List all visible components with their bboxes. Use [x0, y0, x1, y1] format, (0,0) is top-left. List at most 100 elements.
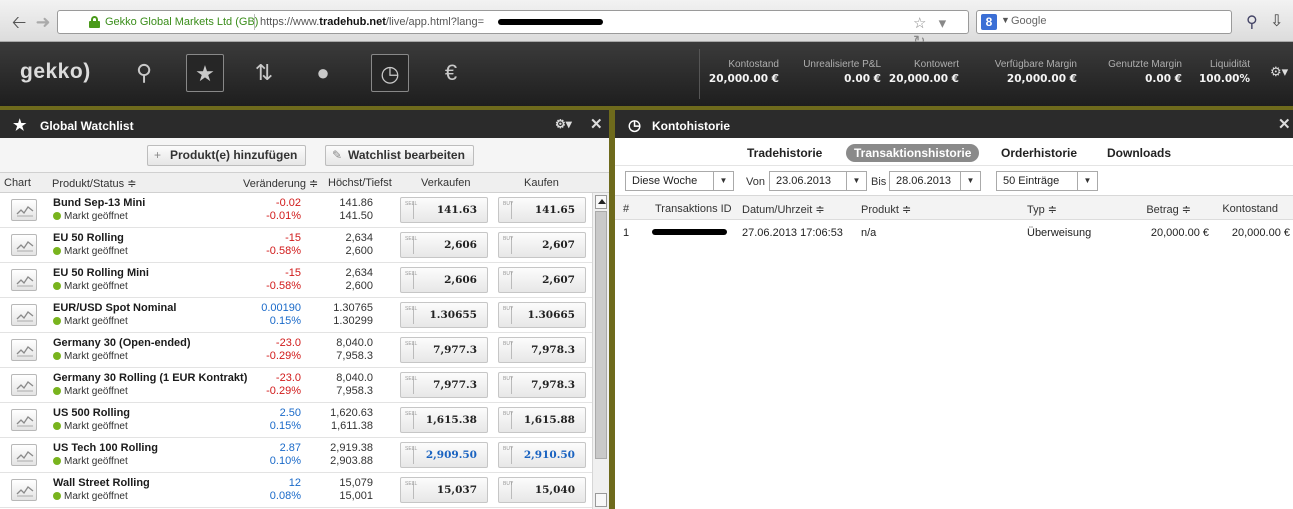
column-product[interactable]: Produkt ≑	[861, 203, 911, 216]
gear-icon[interactable]: ⚙▾	[1270, 64, 1288, 80]
sell-button[interactable]: SELL 2,606	[400, 267, 488, 293]
close-icon[interactable]: ✕	[1278, 115, 1291, 133]
scroll-up-arrow-icon[interactable]	[595, 195, 607, 209]
table-row[interactable]: Bund Sep-13 Mini Markt geöffnet -0.02 -0.01…	[0, 193, 592, 228]
chart-icon[interactable]	[11, 234, 37, 256]
buy-button[interactable]: BUY 7,978.3	[498, 337, 586, 363]
buy-button[interactable]: BUY 1,615.88	[498, 407, 586, 433]
product-name[interactable]: Germany 30 Rolling (1 EUR Kontrakt)	[53, 372, 247, 384]
to-label: Bis	[871, 176, 887, 188]
gear-icon[interactable]: ⚙▾	[555, 117, 572, 131]
url-text[interactable]: https://www.tradehub.net/live/app.html?l…	[260, 16, 484, 28]
buy-button[interactable]: BUY 2,607	[498, 267, 586, 293]
back-arrow-icon[interactable]: 🡠	[8, 12, 30, 32]
column-product[interactable]: Produkt/Status ≑	[52, 177, 136, 190]
sell-button[interactable]: SELL 1.30655	[400, 302, 488, 328]
to-date-select[interactable]: 28.06.2013 ▼	[889, 171, 981, 191]
scroll-down-arrow-icon[interactable]	[595, 493, 607, 507]
sell-button[interactable]: SELL 2,909.50	[400, 442, 488, 468]
search-box[interactable]: 8 ▼ Google	[976, 10, 1232, 34]
table-row[interactable]: US 500 Rolling Markt geöffnet 2.50 0.15% 1,6…	[0, 403, 592, 438]
product-name[interactable]: Wall Street Rolling	[53, 477, 150, 489]
lightbulb-icon[interactable]: ●	[304, 54, 342, 92]
chart-icon[interactable]	[11, 409, 37, 431]
add-product-button[interactable]: + Produkt(e) hinzufügen	[147, 145, 307, 166]
market-status-label: Markt geöffnet	[64, 281, 128, 292]
column-type[interactable]: Typ ≑	[1027, 203, 1057, 216]
buy-tag: BUY	[503, 481, 513, 499]
buy-button[interactable]: BUY 7,978.3	[498, 372, 586, 398]
tab-orderhistorie[interactable]: Orderhistorie	[995, 144, 1083, 162]
product-name[interactable]: EU 50 Rolling Mini	[53, 267, 149, 279]
product-name[interactable]: Bund Sep-13 Mini	[53, 197, 145, 209]
low-value: 7,958.3	[336, 350, 373, 362]
clock-icon[interactable]: ◷	[371, 54, 409, 92]
buy-button[interactable]: BUY 15,040	[498, 477, 586, 503]
download-icon[interactable]: ⇩	[1270, 11, 1283, 31]
from-date-select[interactable]: 23.06.2013 ▼	[769, 171, 867, 191]
buy-tag: BUY	[503, 376, 513, 394]
tab-tradehistorie[interactable]: Tradehistorie	[741, 144, 828, 162]
chart-icon[interactable]	[11, 269, 37, 291]
buy-price: 2,607	[542, 274, 575, 286]
sell-tag: SELL	[405, 411, 417, 429]
table-row[interactable]: Wall Street Rolling Markt geöffnet 12 0.08%…	[0, 473, 592, 508]
market-status-label: Markt geöffnet	[64, 246, 128, 257]
table-row[interactable]: EUR/USD Spot Nominal Markt geöffnet 0.0019…	[0, 298, 592, 333]
product-name[interactable]: US Tech 100 Rolling	[53, 442, 158, 454]
edit-watchlist-button[interactable]: ✎ Watchlist bearbeiten	[325, 145, 474, 166]
chart-icon[interactable]	[11, 339, 37, 361]
forward-arrow-icon[interactable]: ➜	[32, 12, 54, 32]
tab-downloads[interactable]: Downloads	[1101, 144, 1177, 162]
column-amount[interactable]: Betrag ≑	[1146, 203, 1191, 216]
redaction-bar	[652, 229, 727, 235]
chart-icon[interactable]	[11, 444, 37, 466]
table-row[interactable]: 1 27.06.2013 17:06:53 n/a Überweisung 20…	[615, 222, 1293, 244]
chart-icon[interactable]	[11, 304, 37, 326]
scroll-thumb[interactable]	[595, 211, 607, 459]
buy-button[interactable]: BUY 141.65	[498, 197, 586, 223]
address-bar[interactable]: Gekko Global Markets Ltd (GB) https://ww…	[57, 10, 969, 50]
column-datetime[interactable]: Datum/Uhrzeit ≑	[742, 203, 825, 216]
search-placeholder[interactable]: Google	[1011, 15, 1046, 27]
euro-icon[interactable]: €	[432, 54, 470, 92]
sort-arrows-icon[interactable]: ⇅	[245, 54, 283, 92]
chart-icon[interactable]	[11, 479, 37, 501]
sell-button[interactable]: SELL 141.63	[400, 197, 488, 223]
table-row[interactable]: EU 50 Rolling Markt geöffnet -15 -0.58% 2,63…	[0, 228, 592, 263]
google-icon[interactable]: 8	[981, 14, 997, 30]
market-status: Markt geöffnet	[53, 491, 128, 502]
tab-transaktionshistorie[interactable]: Transaktionshistorie	[846, 144, 980, 162]
watchlist-column-headers: Chart Produkt/Status ≑ Veränderung ≑ Höc…	[0, 172, 609, 193]
chart-icon[interactable]	[11, 199, 37, 221]
period-value: Diese Woche	[632, 175, 698, 187]
sell-button[interactable]: SELL 1,615.38	[400, 407, 488, 433]
product-name[interactable]: EU 50 Rolling	[53, 232, 124, 244]
buy-button[interactable]: BUY 2,607	[498, 232, 586, 258]
table-row[interactable]: Germany 30 Rolling (1 EUR Kontrakt) Markt…	[0, 368, 592, 403]
table-row[interactable]: US Tech 100 Rolling Markt geöffnet 2.87 0.1…	[0, 438, 592, 473]
entries-select[interactable]: 50 Einträge ▼	[996, 171, 1098, 191]
product-name[interactable]: US 500 Rolling	[53, 407, 130, 419]
buy-button[interactable]: BUY 1.30665	[498, 302, 586, 328]
buy-price: 2,607	[542, 239, 575, 251]
sell-button[interactable]: SELL 7,977.3	[400, 372, 488, 398]
chart-icon[interactable]	[11, 374, 37, 396]
product-name[interactable]: Germany 30 (Open-ended)	[53, 337, 191, 349]
buy-button[interactable]: BUY 2,910.50	[498, 442, 586, 468]
table-row[interactable]: EU 50 Rolling Mini Markt geöffnet -15 -0.58…	[0, 263, 592, 298]
column-change[interactable]: Veränderung ≑	[243, 177, 318, 190]
search-icon[interactable]: ⚲	[125, 54, 163, 92]
sell-button[interactable]: SELL 15,037	[400, 477, 488, 503]
watchlist-scrollbar[interactable]	[592, 193, 609, 509]
close-icon[interactable]: ✕	[590, 115, 603, 133]
period-select[interactable]: Diese Woche ▼	[625, 171, 734, 191]
magnifier-icon[interactable]: ⚲	[1246, 12, 1258, 32]
product-name[interactable]: EUR/USD Spot Nominal	[53, 302, 176, 314]
table-row[interactable]: Germany 30 (Open-ended) Markt geöffnet -23…	[0, 333, 592, 368]
sell-button[interactable]: SELL 2,606	[400, 232, 488, 258]
sell-button[interactable]: SELL 7,977.3	[400, 337, 488, 363]
site-identity[interactable]: Gekko Global Markets Ltd (GB)	[105, 16, 258, 28]
chevron-down-icon[interactable]: ▼	[1001, 15, 1010, 25]
star-icon[interactable]: ★	[186, 54, 224, 92]
